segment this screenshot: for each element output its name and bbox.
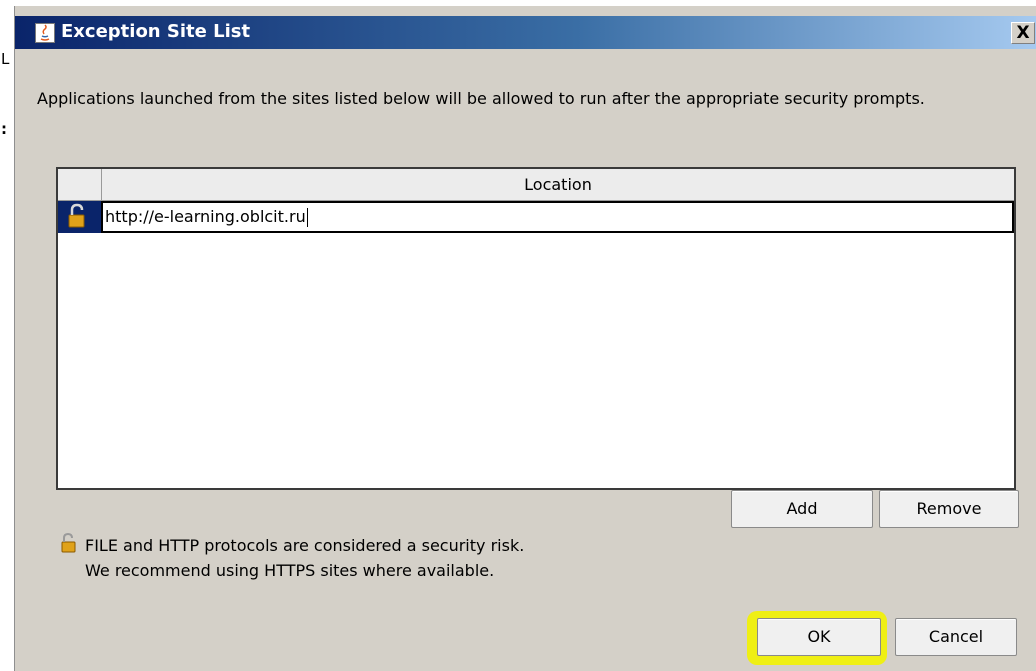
background-text-fragment: : (1, 120, 7, 138)
site-list-table[interactable]: Location http://e-learning.oblcit.ru (56, 167, 1016, 490)
title-bar[interactable]: Exception Site List X (15, 16, 1036, 49)
dialog-title: Exception Site List (61, 21, 251, 42)
close-button[interactable]: X (1011, 22, 1035, 44)
warning-line-2: We recommend using HTTPS sites where ava… (85, 561, 495, 580)
java-icon (35, 23, 55, 43)
background-text-fragment: L (1, 50, 10, 68)
unlocked-padlock-icon (57, 532, 79, 554)
add-button[interactable]: Add (731, 490, 873, 528)
background-window (0, 0, 14, 671)
text-caret (306, 208, 308, 227)
table-header: Location (58, 169, 1014, 201)
unlocked-padlock-icon (58, 201, 101, 233)
header-icon-column (58, 169, 102, 200)
warning-line-1: FILE and HTTP protocols are considered a… (85, 536, 525, 555)
location-column-header[interactable]: Location (102, 169, 1014, 200)
security-warning: FILE and HTTP protocols are considered a… (85, 533, 524, 583)
table-row[interactable]: http://e-learning.oblcit.ru (58, 201, 1014, 233)
close-icon: X (1016, 23, 1030, 43)
location-value: http://e-learning.oblcit.ru (105, 207, 306, 226)
location-input[interactable]: http://e-learning.oblcit.ru (101, 201, 1014, 233)
cancel-button[interactable]: Cancel (895, 618, 1017, 656)
ok-button[interactable]: OK (757, 618, 881, 656)
remove-button[interactable]: Remove (879, 490, 1019, 528)
exception-site-list-dialog: Exception Site List X Applications launc… (14, 6, 1036, 671)
dialog-description: Applications launched from the sites lis… (37, 89, 925, 108)
